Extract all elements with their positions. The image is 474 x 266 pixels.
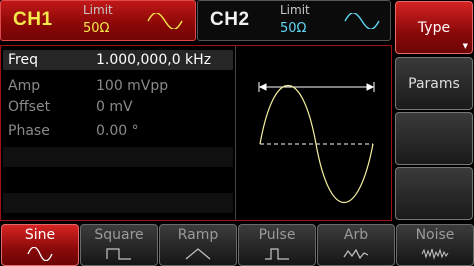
tab-pulse-label: Pulse: [258, 227, 296, 243]
tab-sine[interactable]: Sine: [1, 224, 79, 266]
param-name: Amp: [8, 78, 41, 94]
tab-ramp[interactable]: Ramp: [159, 224, 237, 266]
noise-wave-icon: [421, 248, 449, 260]
pulse-wave-icon: [265, 248, 289, 260]
tab-square-label: Square: [94, 227, 144, 243]
tab-noise[interactable]: Noise: [396, 224, 474, 266]
square-wave-icon: [106, 248, 131, 260]
tab-arb[interactable]: Arb: [317, 224, 395, 266]
sine-icon: [147, 13, 183, 29]
empty-param-row: [3, 147, 233, 167]
softkey-4[interactable]: [395, 167, 473, 220]
period-marker: [258, 82, 375, 92]
param-row-amp[interactable]: Amp 100 mVpp: [3, 76, 233, 96]
param-name: Phase: [8, 123, 50, 139]
channel-1-parameter-panel: Freq 1.000,000,0 kHz Amp 100 mVpp Offset…: [0, 45, 392, 221]
param-row-phase[interactable]: Phase 0.00 °: [3, 121, 233, 141]
param-value: 100 mVpp: [96, 78, 169, 94]
param-row-freq[interactable]: Freq 1.000,000,0 kHz: [3, 50, 233, 70]
param-name: Offset: [8, 99, 51, 115]
channel-2-tab[interactable]: CH2 Limit 50Ω: [197, 0, 391, 41]
empty-param-row: [3, 193, 233, 213]
tab-ramp-label: Ramp: [177, 227, 219, 243]
param-name: Freq: [8, 52, 38, 68]
tab-noise-label: Noise: [415, 227, 455, 243]
tab-sine-label: Sine: [24, 227, 56, 243]
empty-param-row: [3, 170, 233, 190]
channel-2-limit-label: Limit: [280, 3, 310, 17]
channel-1-name: CH1: [13, 9, 53, 30]
submenu-arrow-icon: ▼: [462, 42, 468, 50]
channel-2-load-value: 50Ω: [280, 21, 307, 36]
channel-1-limit-label: Limit: [83, 3, 113, 17]
params-softkey-label: Params: [408, 75, 460, 92]
type-softkey[interactable]: Type ▼: [395, 1, 473, 54]
param-value: 0.00 °: [96, 123, 139, 139]
waveform-preview: [258, 82, 375, 204]
sine-icon: [344, 13, 380, 29]
sine-icon: [27, 247, 53, 261]
ramp-wave-icon: [185, 248, 211, 260]
tab-square[interactable]: Square: [80, 224, 158, 266]
param-row-offset[interactable]: Offset 0 mV: [3, 97, 233, 117]
channel-1-load-value: 50Ω: [83, 21, 110, 36]
type-softkey-label: Type: [417, 19, 451, 36]
tab-arb-label: Arb: [343, 227, 369, 243]
params-softkey[interactable]: Params: [395, 57, 473, 110]
channel-2-name: CH2: [210, 9, 250, 30]
param-value: 0 mV: [96, 99, 133, 115]
channel-1-tab[interactable]: CH1 Limit 50Ω: [0, 0, 196, 41]
tab-pulse[interactable]: Pulse: [238, 224, 316, 266]
softkey-3[interactable]: [395, 112, 473, 165]
param-value: 1.000,000,0 kHz: [96, 52, 212, 68]
arb-wave-icon: [343, 248, 369, 260]
